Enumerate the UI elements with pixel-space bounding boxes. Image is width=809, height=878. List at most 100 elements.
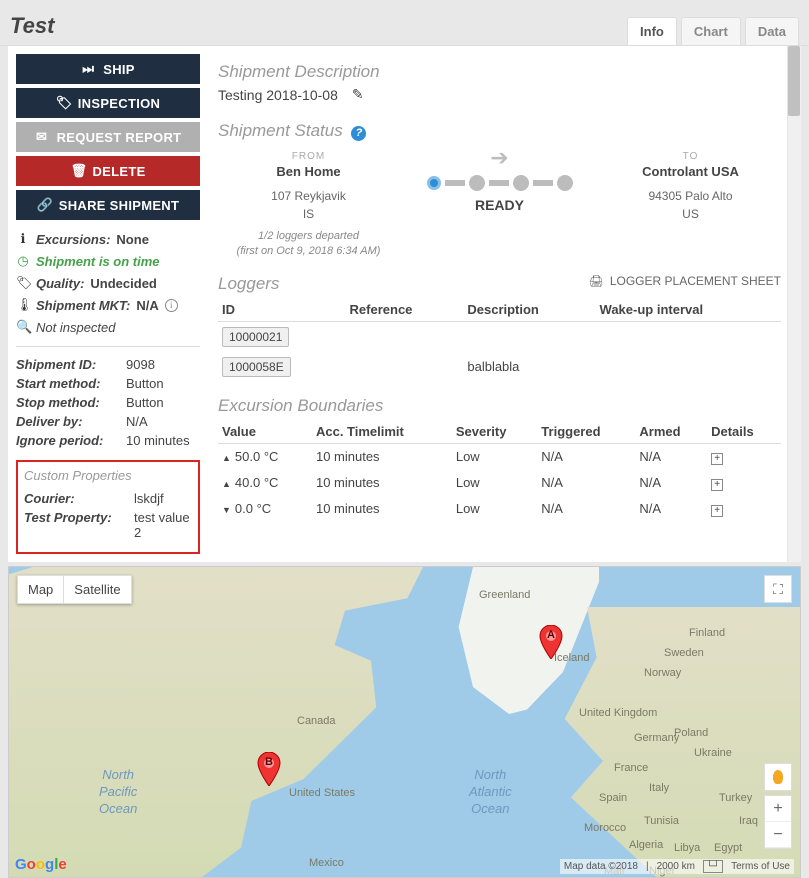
map-pin-a[interactable]: A — [539, 625, 563, 659]
request-report-button[interactable]: ✉ REQUEST REPORT — [16, 122, 200, 152]
shipment-id-row: Shipment ID: 9098 — [16, 355, 200, 374]
logger-id-link[interactable]: 1000058E — [222, 357, 291, 377]
loggers-col-id: ID — [218, 298, 346, 322]
map-label: Mexico — [309, 857, 344, 869]
request-report-label: REQUEST REPORT — [57, 130, 182, 145]
share-button-label: SHARE SHIPMENT — [59, 198, 180, 213]
fullscreen-button[interactable]: ⛶ — [764, 575, 792, 603]
expand-icon[interactable]: + — [711, 453, 723, 465]
map-pin-b[interactable]: B — [257, 752, 281, 786]
terms-link[interactable]: Terms of Use — [731, 861, 790, 872]
map-type-satellite[interactable]: Satellite — [64, 575, 131, 604]
step-dot — [557, 175, 573, 191]
share-icon: 🔗 — [37, 197, 51, 213]
tab-data[interactable]: Data — [745, 17, 799, 45]
custom-properties-box: Custom Properties Courier: lskdjf Test P… — [16, 460, 200, 554]
loggers-col-ref: Reference — [346, 298, 464, 322]
tab-bar: Info Chart Data — [627, 17, 799, 45]
col-acc: Acc. Timelimit — [312, 420, 452, 444]
expand-icon[interactable]: + — [711, 479, 723, 491]
map-label: Egypt — [714, 842, 742, 854]
step-bar — [533, 180, 553, 186]
table-row: 40.0 °C 10 minutes Low N/A N/A + — [218, 470, 781, 496]
arrow-right-icon: ➔ — [409, 151, 590, 171]
inspection-button[interactable]: 🏷 INSPECTION — [16, 88, 200, 118]
page-header: Test Info Chart Data — [0, 0, 809, 46]
map-label: Norway — [644, 667, 681, 679]
clock-icon: ◷ — [16, 253, 30, 269]
ship-button[interactable]: ⏭ SHIP — [16, 54, 200, 84]
tag-icon: 🏷 — [56, 95, 70, 111]
col-armed: Armed — [635, 420, 707, 444]
zoom-out-button[interactable]: − — [765, 822, 791, 848]
ocean-label: North Atlantic Ocean — [469, 767, 512, 818]
map-label: Libya — [674, 842, 700, 854]
courier-row: Courier: lskdjf — [24, 489, 192, 508]
info-icon[interactable]: i — [165, 299, 178, 312]
loggers-col-desc: Description — [463, 298, 595, 322]
delete-button-label: DELETE — [92, 164, 145, 179]
tab-chart[interactable]: Chart — [681, 17, 741, 45]
map-label: United Kingdom — [579, 707, 657, 719]
status-heading: Shipment Status ? — [218, 121, 781, 141]
map-label: Tunisia — [644, 815, 679, 827]
map-label: Canada — [297, 715, 336, 727]
mail-icon: ✉ — [35, 129, 49, 145]
map-label: Greenland — [479, 589, 530, 601]
pegman-icon — [773, 770, 783, 784]
step-dot — [427, 176, 441, 190]
logger-id-link[interactable]: 10000021 — [222, 327, 289, 347]
excursions-status: ℹ Excursions: None — [16, 228, 200, 250]
tag-icon: 🏷 — [16, 275, 30, 291]
expand-icon[interactable]: + — [711, 505, 723, 517]
zoom-in-button[interactable]: + — [765, 796, 791, 822]
map-label: Poland — [674, 727, 708, 739]
map-label: Iraq — [739, 815, 758, 827]
col-trig: Triggered — [537, 420, 635, 444]
map[interactable]: North Pacific Ocean North Atlantic Ocean… — [8, 566, 801, 878]
map-label: Morocco — [584, 822, 626, 834]
search-icon: 🔍 — [16, 319, 30, 335]
route-to: TO Controlant USA 94305 Palo Alto US — [600, 151, 781, 223]
share-button[interactable]: 🔗 SHARE SHIPMENT — [16, 190, 200, 220]
map-label: Turkey — [719, 792, 752, 804]
content-area: ⏭ SHIP 🏷 INSPECTION ✉ REQUEST REPORT 🗑 D… — [8, 46, 801, 562]
step-bar — [489, 180, 509, 186]
mkt-status: 🌡 Shipment MKT: N/A i — [16, 294, 200, 316]
tab-info[interactable]: Info — [627, 17, 677, 45]
map-label: France — [614, 762, 648, 774]
delete-button[interactable]: 🗑 DELETE — [16, 156, 200, 186]
edit-icon[interactable]: ✎ — [352, 86, 364, 103]
logger-placement-link[interactable]: 🖨 LOGGER PLACEMENT SHEET — [589, 274, 781, 288]
streetview-button[interactable] — [764, 763, 792, 791]
route-block: FROM Ben Home 107 Reykjavik IS 1/2 logge… — [218, 151, 781, 260]
boundaries-table: Value Acc. Timelimit Severity Triggered … — [218, 420, 781, 522]
table-row: 0.0 °C 10 minutes Low N/A N/A + — [218, 496, 781, 522]
custom-properties-title: Custom Properties — [24, 468, 192, 483]
map-label: Spain — [599, 792, 627, 804]
main-panel: Shipment Description Testing 2018-10-08 … — [208, 46, 801, 562]
description-text: Testing 2018-10-08 — [218, 87, 338, 103]
deliver-by-row: Deliver by: N/A — [16, 412, 200, 431]
map-label: Italy — [649, 782, 669, 794]
start-method-row: Start method: Button — [16, 374, 200, 393]
arrow-up-icon — [222, 449, 235, 464]
description-heading: Shipment Description — [218, 62, 781, 82]
map-label: Algeria — [629, 839, 663, 851]
description-line: Testing 2018-10-08 ✎ — [218, 86, 781, 103]
ship-button-label: SHIP — [103, 62, 135, 77]
progress-steps — [409, 175, 590, 191]
scrollbar[interactable] — [787, 46, 801, 562]
map-type-map[interactable]: Map — [17, 575, 64, 604]
col-sev: Severity — [452, 420, 537, 444]
quality-status: 🏷 Quality: Undecided — [16, 272, 200, 294]
loggers-table: ID Reference Description Wake-up interva… — [218, 298, 781, 382]
step-dot — [513, 175, 529, 191]
ignore-period-row: Ignore period: 10 minutes — [16, 431, 200, 450]
route-progress: ➔ READY — [409, 151, 590, 213]
scroll-thumb[interactable] — [788, 46, 800, 116]
map-label: Sweden — [664, 647, 704, 659]
help-icon[interactable]: ? — [351, 126, 366, 141]
google-logo: Google — [15, 856, 67, 873]
zoom-control: + − — [764, 795, 792, 849]
